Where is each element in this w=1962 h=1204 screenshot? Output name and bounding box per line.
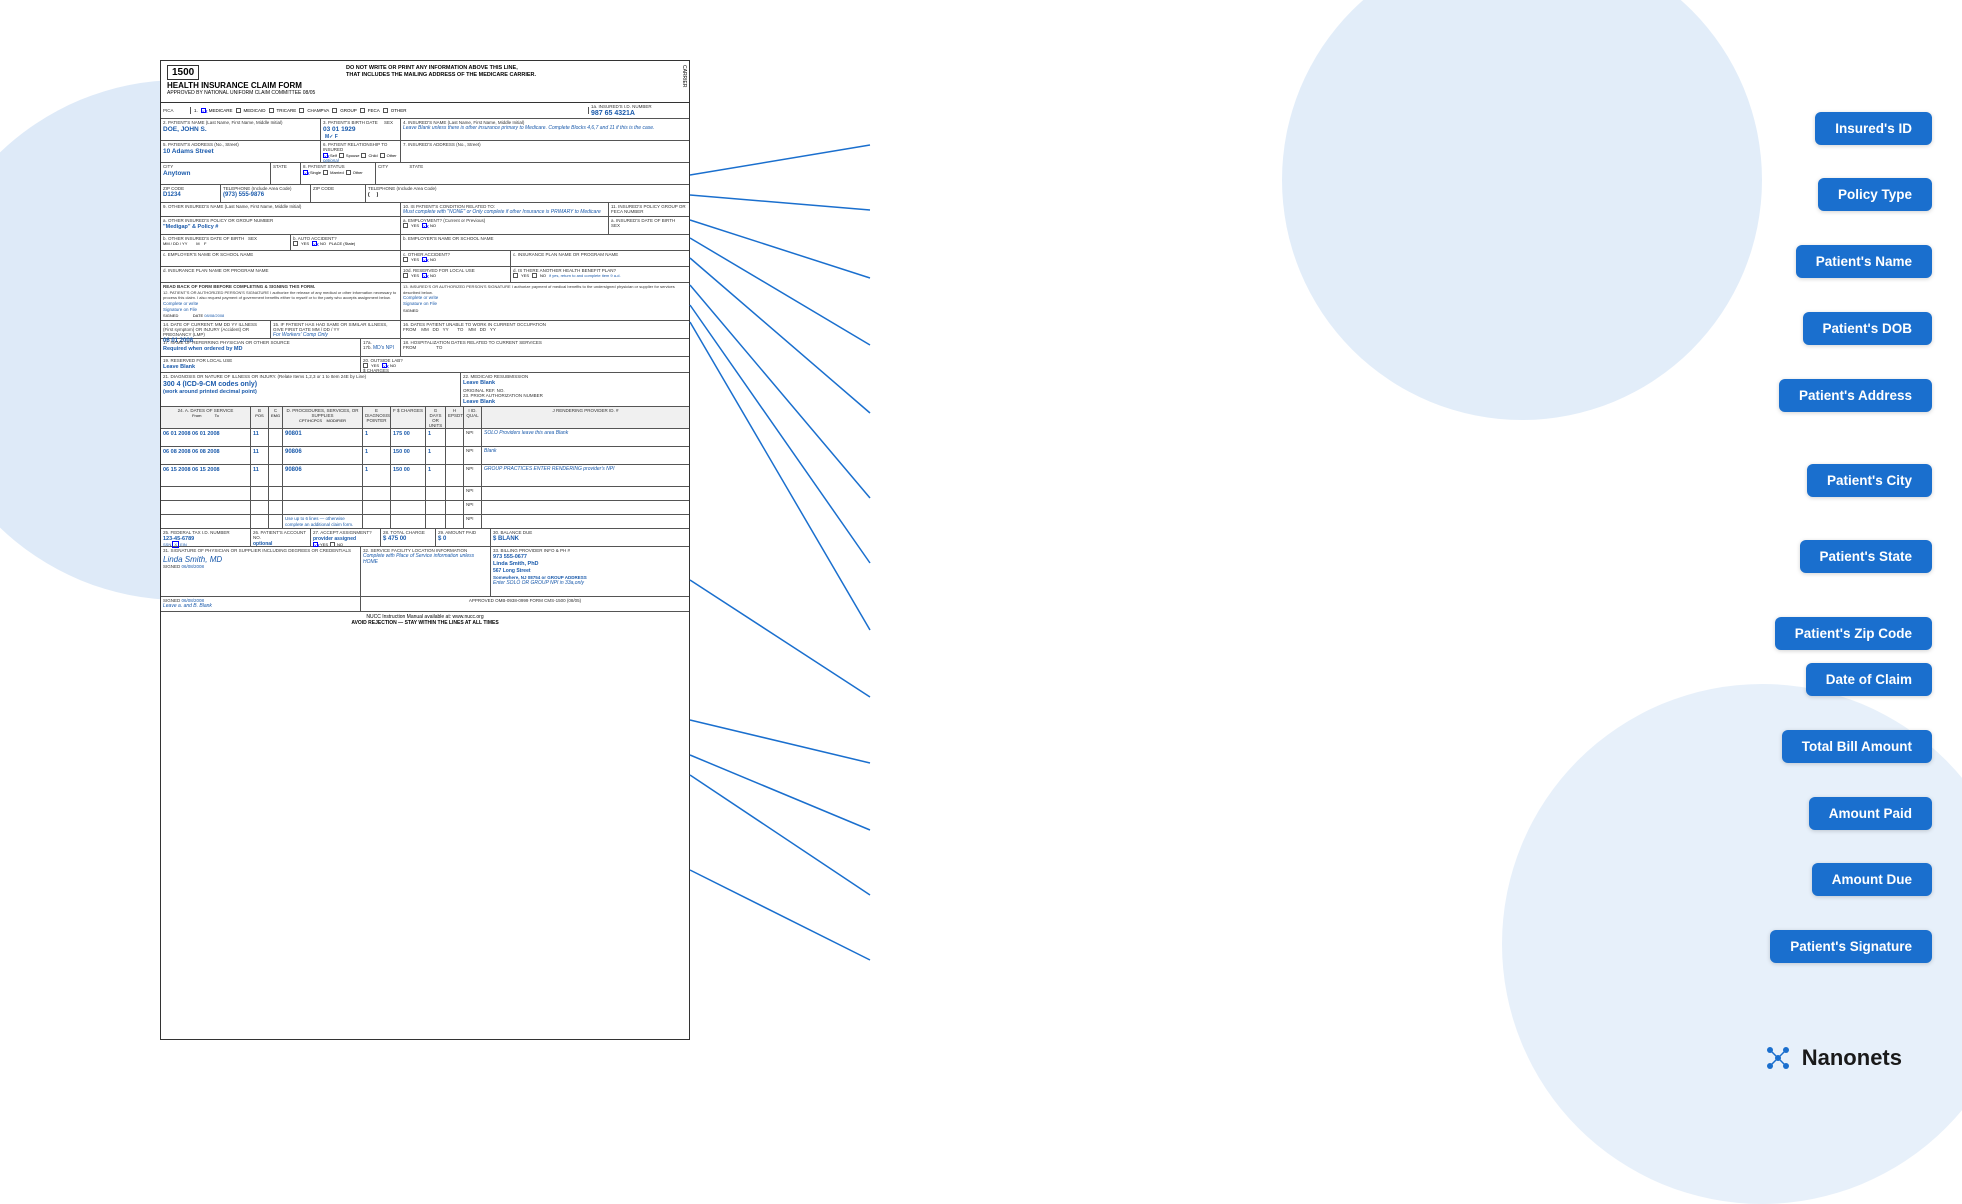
bg-circle-right-top <box>1282 0 1762 420</box>
annotation-patients-zip: Patient's Zip Code <box>1775 617 1932 650</box>
annotation-patients-dob: Patient's DOB <box>1803 312 1932 345</box>
annotation-patients-name: Patient's Name <box>1796 245 1932 278</box>
form-notice: DO NOT WRITE OR PRINT ANY INFORMATION AB… <box>346 65 536 79</box>
annotation-insureds-id: Insured's ID <box>1815 112 1932 145</box>
nucc-footer: NUCC Instruction Manual available at: ww… <box>161 611 689 628</box>
form-number: 1500 <box>167 65 199 80</box>
annotation-patients-state: Patient's State <box>1800 540 1933 573</box>
form-title: HEALTH INSURANCE CLAIM FORM <box>167 81 683 90</box>
annotation-patients-city: Patient's City <box>1807 464 1932 497</box>
bg-circle-right-bottom <box>1502 684 1962 1204</box>
annotation-patients-address: Patient's Address <box>1779 379 1932 412</box>
carrier-label: CARRIER <box>681 65 687 88</box>
nanonets-logo-icon <box>1762 1042 1794 1074</box>
form-subtitle: APPROVED BY NATIONAL UNIFORM CLAIM COMMI… <box>167 90 683 96</box>
health-insurance-claim-form: 1500 HEALTH INSURANCE CLAIM FORM APPROVE… <box>160 60 690 1040</box>
annotation-policy-type: Policy Type <box>1818 178 1932 211</box>
nanonets-logo-text: Nanonets <box>1802 1045 1902 1071</box>
logo-container: Nanonets <box>1762 1042 1902 1074</box>
